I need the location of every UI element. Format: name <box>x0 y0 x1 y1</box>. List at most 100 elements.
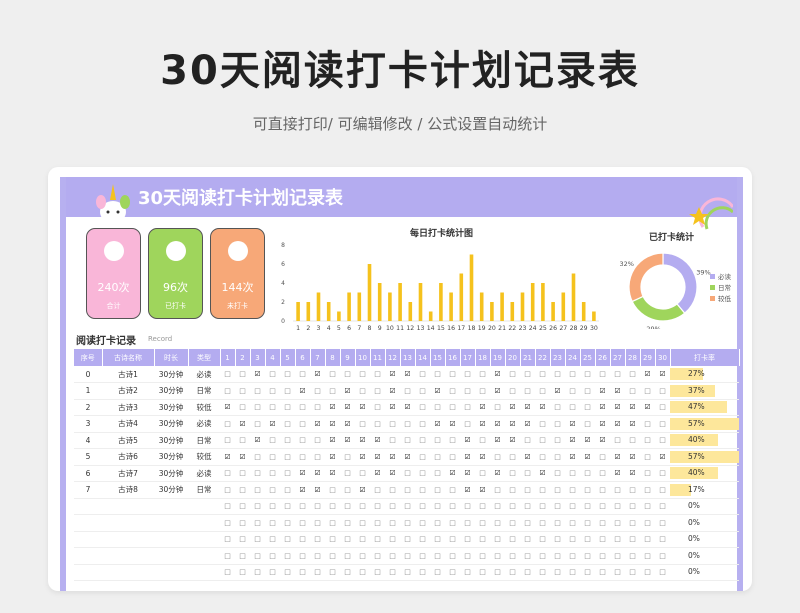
checkin-checkbox[interactable]: ☑ <box>385 448 400 466</box>
checkin-checkbox[interactable]: □ <box>325 564 340 581</box>
checkin-checkbox[interactable]: □ <box>550 514 565 532</box>
checkin-checkbox[interactable]: ☑ <box>610 415 625 433</box>
checkin-checkbox[interactable]: ☑ <box>400 366 415 383</box>
checkin-checkbox[interactable]: □ <box>445 498 460 515</box>
checkin-checkbox[interactable]: □ <box>295 564 310 581</box>
checkin-checkbox[interactable]: ☑ <box>460 432 475 449</box>
checkin-checkbox[interactable]: □ <box>370 564 385 581</box>
checkin-checkbox[interactable]: □ <box>220 432 235 449</box>
checkin-checkbox[interactable]: □ <box>550 432 565 449</box>
checkin-checkbox[interactable]: □ <box>655 514 670 532</box>
checkin-checkbox[interactable]: □ <box>475 564 490 581</box>
checkin-checkbox[interactable]: □ <box>355 382 370 400</box>
checkin-checkbox[interactable]: □ <box>625 481 640 499</box>
checkin-checkbox[interactable]: ☑ <box>505 432 520 449</box>
checkin-checkbox[interactable]: □ <box>340 448 355 466</box>
checkin-checkbox[interactable]: □ <box>355 465 370 482</box>
checkin-checkbox[interactable]: □ <box>325 498 340 515</box>
checkin-checkbox[interactable]: □ <box>505 564 520 581</box>
checkin-checkbox[interactable]: □ <box>640 448 655 466</box>
checkin-checkbox[interactable]: □ <box>295 432 310 449</box>
checkin-checkbox[interactable]: ☑ <box>625 448 640 466</box>
checkin-checkbox[interactable]: □ <box>505 366 520 383</box>
checkin-checkbox[interactable]: □ <box>535 547 550 565</box>
checkin-checkbox[interactable]: □ <box>370 498 385 515</box>
checkin-checkbox[interactable]: □ <box>250 547 265 565</box>
checkin-checkbox[interactable]: □ <box>430 481 445 499</box>
checkin-checkbox[interactable]: □ <box>595 465 610 482</box>
checkin-checkbox[interactable]: □ <box>550 498 565 515</box>
checkin-checkbox[interactable]: □ <box>235 382 250 400</box>
checkin-checkbox[interactable]: □ <box>550 415 565 433</box>
checkin-checkbox[interactable]: □ <box>445 514 460 532</box>
checkin-checkbox[interactable]: □ <box>520 498 535 515</box>
checkin-checkbox[interactable]: □ <box>595 498 610 515</box>
checkin-checkbox[interactable]: □ <box>565 465 580 482</box>
checkin-checkbox[interactable]: □ <box>415 415 430 433</box>
checkin-checkbox[interactable]: □ <box>535 415 550 433</box>
checkin-checkbox[interactable]: □ <box>220 481 235 499</box>
checkin-checkbox[interactable]: □ <box>565 531 580 548</box>
checkin-checkbox[interactable]: □ <box>565 514 580 532</box>
checkin-checkbox[interactable]: □ <box>625 564 640 581</box>
checkin-checkbox[interactable]: ☑ <box>265 415 280 433</box>
checkin-checkbox[interactable]: ☑ <box>295 382 310 400</box>
checkin-checkbox[interactable]: □ <box>250 531 265 548</box>
checkin-checkbox[interactable]: □ <box>565 399 580 416</box>
checkin-checkbox[interactable]: ☑ <box>490 465 505 482</box>
checkin-checkbox[interactable]: □ <box>505 481 520 499</box>
checkin-checkbox[interactable]: □ <box>550 547 565 565</box>
checkin-checkbox[interactable]: □ <box>460 514 475 532</box>
checkin-checkbox[interactable]: □ <box>430 498 445 515</box>
checkin-checkbox[interactable]: ☑ <box>325 432 340 449</box>
checkin-checkbox[interactable]: □ <box>355 547 370 565</box>
checkin-checkbox[interactable]: □ <box>415 498 430 515</box>
checkin-checkbox[interactable]: □ <box>280 448 295 466</box>
checkin-checkbox[interactable]: □ <box>655 465 670 482</box>
checkin-checkbox[interactable]: □ <box>265 399 280 416</box>
checkin-checkbox[interactable]: □ <box>220 465 235 482</box>
checkin-checkbox[interactable]: □ <box>475 382 490 400</box>
checkin-checkbox[interactable]: □ <box>310 547 325 565</box>
checkin-checkbox[interactable]: □ <box>310 399 325 416</box>
checkin-checkbox[interactable]: □ <box>340 366 355 383</box>
checkin-checkbox[interactable]: □ <box>280 547 295 565</box>
checkin-checkbox[interactable]: ☑ <box>400 448 415 466</box>
checkin-checkbox[interactable]: □ <box>310 432 325 449</box>
checkin-checkbox[interactable]: □ <box>355 366 370 383</box>
checkin-checkbox[interactable]: □ <box>580 498 595 515</box>
checkin-checkbox[interactable]: □ <box>475 547 490 565</box>
checkin-checkbox[interactable]: □ <box>460 547 475 565</box>
checkin-checkbox[interactable]: ☑ <box>640 366 655 383</box>
checkin-checkbox[interactable]: □ <box>505 514 520 532</box>
checkin-checkbox[interactable]: □ <box>385 481 400 499</box>
checkin-checkbox[interactable]: □ <box>325 366 340 383</box>
checkin-checkbox[interactable]: □ <box>550 399 565 416</box>
checkin-checkbox[interactable]: ☑ <box>385 366 400 383</box>
checkin-checkbox[interactable]: □ <box>520 465 535 482</box>
checkin-checkbox[interactable]: □ <box>325 481 340 499</box>
checkin-checkbox[interactable]: □ <box>415 382 430 400</box>
checkin-checkbox[interactable]: □ <box>460 415 475 433</box>
checkin-checkbox[interactable]: □ <box>580 564 595 581</box>
checkin-checkbox[interactable]: □ <box>535 531 550 548</box>
checkin-checkbox[interactable]: □ <box>535 448 550 466</box>
checkin-checkbox[interactable]: ☑ <box>370 448 385 466</box>
checkin-checkbox[interactable]: ☑ <box>385 399 400 416</box>
checkin-checkbox[interactable]: □ <box>490 547 505 565</box>
checkin-checkbox[interactable]: □ <box>625 514 640 532</box>
checkin-checkbox[interactable]: ☑ <box>580 448 595 466</box>
checkin-checkbox[interactable]: □ <box>265 382 280 400</box>
checkin-checkbox[interactable]: □ <box>220 514 235 532</box>
checkin-checkbox[interactable]: □ <box>475 432 490 449</box>
checkin-checkbox[interactable]: □ <box>610 432 625 449</box>
checkin-checkbox[interactable]: ☑ <box>460 481 475 499</box>
checkin-checkbox[interactable]: ☑ <box>325 399 340 416</box>
checkin-checkbox[interactable]: □ <box>265 448 280 466</box>
checkin-checkbox[interactable]: □ <box>295 498 310 515</box>
checkin-checkbox[interactable]: □ <box>550 531 565 548</box>
checkin-checkbox[interactable]: □ <box>640 415 655 433</box>
checkin-checkbox[interactable]: □ <box>475 514 490 532</box>
checkin-checkbox[interactable]: □ <box>295 448 310 466</box>
checkin-checkbox[interactable]: □ <box>310 564 325 581</box>
